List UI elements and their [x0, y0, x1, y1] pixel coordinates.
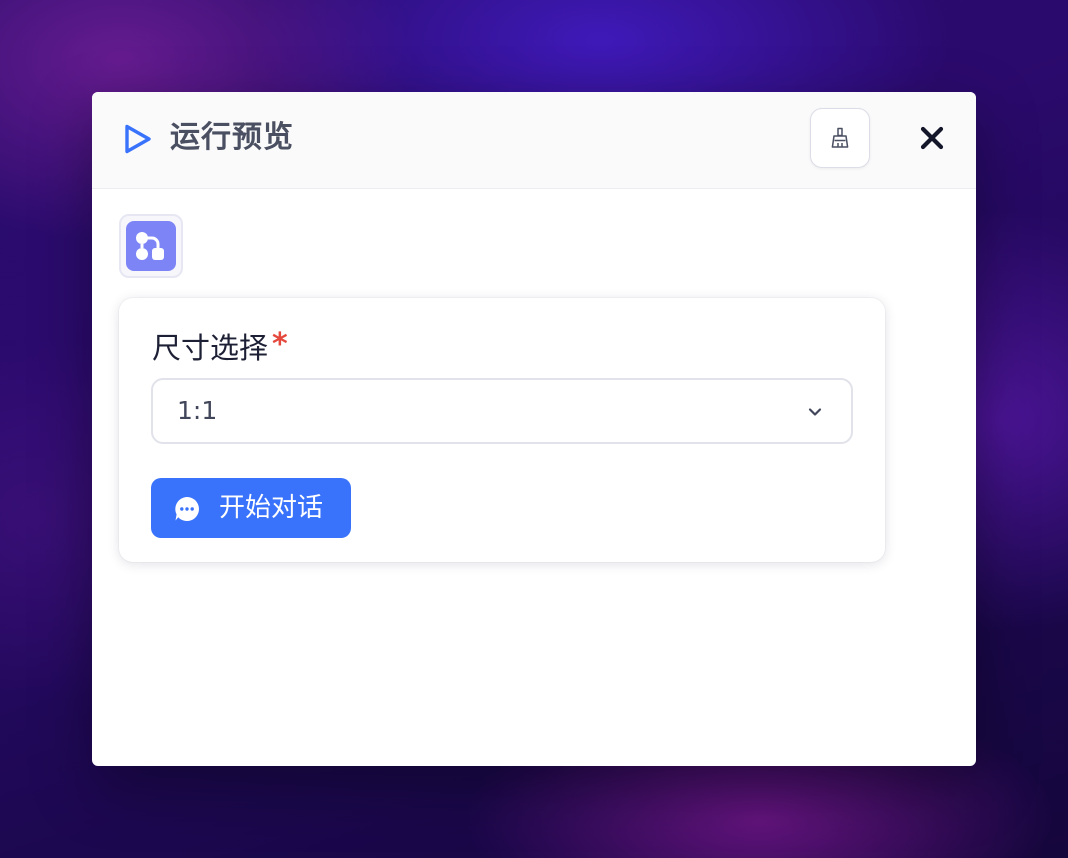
dialog-title: 运行预览 — [170, 120, 294, 155]
close-icon — [920, 126, 944, 150]
workflow-icon — [136, 232, 164, 260]
broom-icon — [831, 127, 849, 148]
required-mark: * — [272, 327, 288, 362]
chat-bubble-icon — [175, 497, 199, 521]
dialog-header: 运行预览 — [92, 92, 976, 189]
start-chat-button[interactable]: 开始对话 — [151, 478, 351, 538]
close-button[interactable] — [914, 120, 950, 156]
start-form-card: 尺寸选择 * 1:1 开始对话 — [119, 298, 885, 562]
size-select-value: 1:1 — [177, 396, 218, 425]
size-select[interactable]: 1:1 — [151, 378, 853, 444]
size-field-label-text: 尺寸选择 — [152, 331, 269, 365]
workflow-badge — [119, 214, 183, 278]
chevron-down-icon — [808, 408, 822, 416]
play-icon — [125, 124, 151, 154]
run-preview-dialog: 运行预览 尺寸选择 * 1:1 开始对话 — [92, 92, 976, 766]
size-field-label: 尺寸选择 * — [152, 327, 288, 368]
clear-history-button[interactable] — [810, 108, 870, 168]
start-chat-label: 开始对话 — [219, 493, 324, 523]
